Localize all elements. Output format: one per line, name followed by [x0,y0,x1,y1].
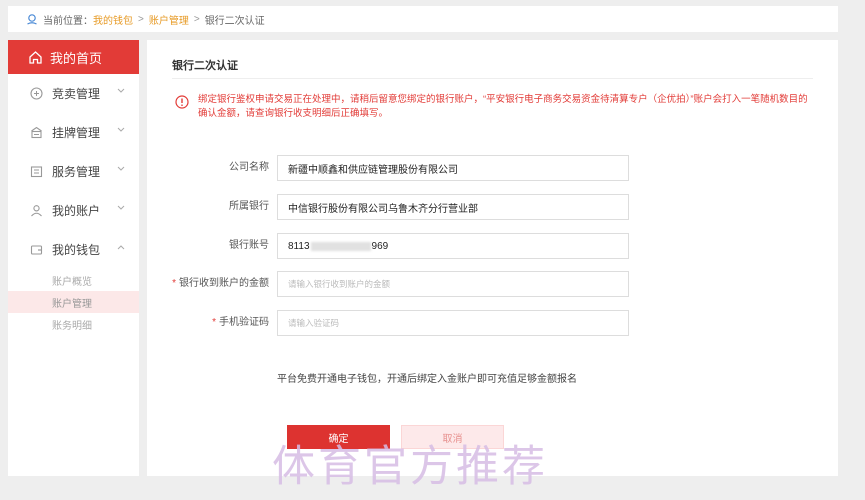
sidebar-item-label: 我的账户 [52,204,101,218]
listing-icon [31,126,42,139]
sms-label-text: 手机验证码 [219,317,269,328]
sidebar-subitem-account-details[interactable]: 账务明细 [8,313,139,335]
company-row: 公司名称 新疆中顺鑫和供应链管理股份有限公司 [147,155,838,181]
chevron-down-icon [117,205,125,210]
sidebar-subitem-account-manage[interactable]: 账户管理 [8,291,139,313]
bank-field: 中信银行股份有限公司乌鲁木齐分行营业部 [277,194,629,220]
breadcrumb-link-account-manage[interactable]: 账户管理 [149,12,189,27]
wallet-tip: 平台免费开通电子钱包，开通后绑定入金账户即可充值足够金额报名 [277,374,577,385]
sms-label: * 手机验证码 [212,310,269,336]
amount-input[interactable] [288,279,628,289]
breadcrumb-link-wallet[interactable]: 我的钱包 [93,12,133,27]
sms-field-wrap [277,310,629,336]
watermark: 体育官方推荐 [272,442,548,492]
breadcrumb-current: 银行二次认证 [204,15,265,27]
service-icon [30,166,43,178]
notice-text: 绑定银行鉴权申请交易正在处理中，请稍后留意您绑定的银行账户，“平安银行电子商务交… [198,94,808,119]
chevron-up-icon [117,245,125,250]
auction-icon [30,87,43,100]
sms-row: * 手机验证码 [147,310,838,336]
user-icon [31,205,42,217]
sidebar-item-label: 我的钱包 [52,243,101,257]
account-suffix: 969 [371,240,389,252]
breadcrumb-separator: > [138,13,144,25]
sidebar-item-label: 我的首页 [50,50,103,66]
sidebar-item-label: 挂牌管理 [52,126,101,140]
breadcrumb-separator: > [193,13,200,25]
sidebar-subitem-account-overview[interactable]: 账户概览 [8,269,139,291]
sidebar: 我的首页 竞卖管理 挂牌管理 服务管理 我的账户 我的钱包 账户概览 账户管理 … [8,40,139,476]
account-prefix: 8113 [288,240,310,252]
amount-label: * 银行收到账户的金额 [172,271,269,297]
bank-value: 中信银行股份有限公司乌鲁木齐分行营业部 [288,203,478,215]
account-field: 8113 969 [277,233,629,259]
amount-label-text: 银行收到账户的金额 [179,278,269,289]
sidebar-item-account[interactable]: 我的账户 [8,191,139,230]
sidebar-item-label: 服务管理 [52,165,101,179]
home-icon [29,50,42,64]
account-masked [310,241,371,251]
location-icon [27,14,37,25]
sms-code-input[interactable] [288,318,628,328]
account-label: 银行账号 [229,240,269,251]
warning-icon [175,95,189,109]
chevron-down-icon [117,166,125,171]
sidebar-item-wallet[interactable]: 我的钱包 [8,230,139,269]
chevron-down-icon [117,88,125,93]
sidebar-item-home[interactable]: 我的首页 [8,40,139,74]
chevron-down-icon [117,127,125,132]
bank-row: 所属银行 中信银行股份有限公司乌鲁木齐分行营业部 [147,194,838,220]
company-label: 公司名称 [229,162,269,173]
breadcrumb-prefix: 当前位置： [43,15,93,27]
page-title: 银行二次认证 [172,60,238,72]
divider [172,78,813,79]
company-value: 新疆中顺鑫和供应链管理股份有限公司 [288,164,458,176]
breadcrumb: 当前位置： 我的钱包 > 账户管理 > 银行二次认证 [8,6,838,32]
amount-field-wrap [277,271,629,297]
sidebar-item-auction[interactable]: 竞卖管理 [8,74,139,113]
sidebar-item-listing[interactable]: 挂牌管理 [8,113,139,152]
bank-label: 所属银行 [229,201,269,212]
company-field: 新疆中顺鑫和供应链管理股份有限公司 [277,155,629,181]
sidebar-item-service[interactable]: 服务管理 [8,152,139,191]
required-mark: * [212,317,216,328]
wallet-icon [30,245,43,255]
amount-row: * 银行收到账户的金额 [147,271,838,297]
processing-notice: 绑定银行鉴权申请交易正在处理中，请稍后留意您绑定的银行账户，“平安银行电子商务交… [175,93,810,121]
sidebar-item-label: 竞卖管理 [52,87,101,101]
required-mark: * [172,278,176,289]
account-row: 银行账号 8113 969 [147,233,838,259]
main-panel: 银行二次认证 绑定银行鉴权申请交易正在处理中，请稍后留意您绑定的银行账户，“平安… [147,40,838,476]
